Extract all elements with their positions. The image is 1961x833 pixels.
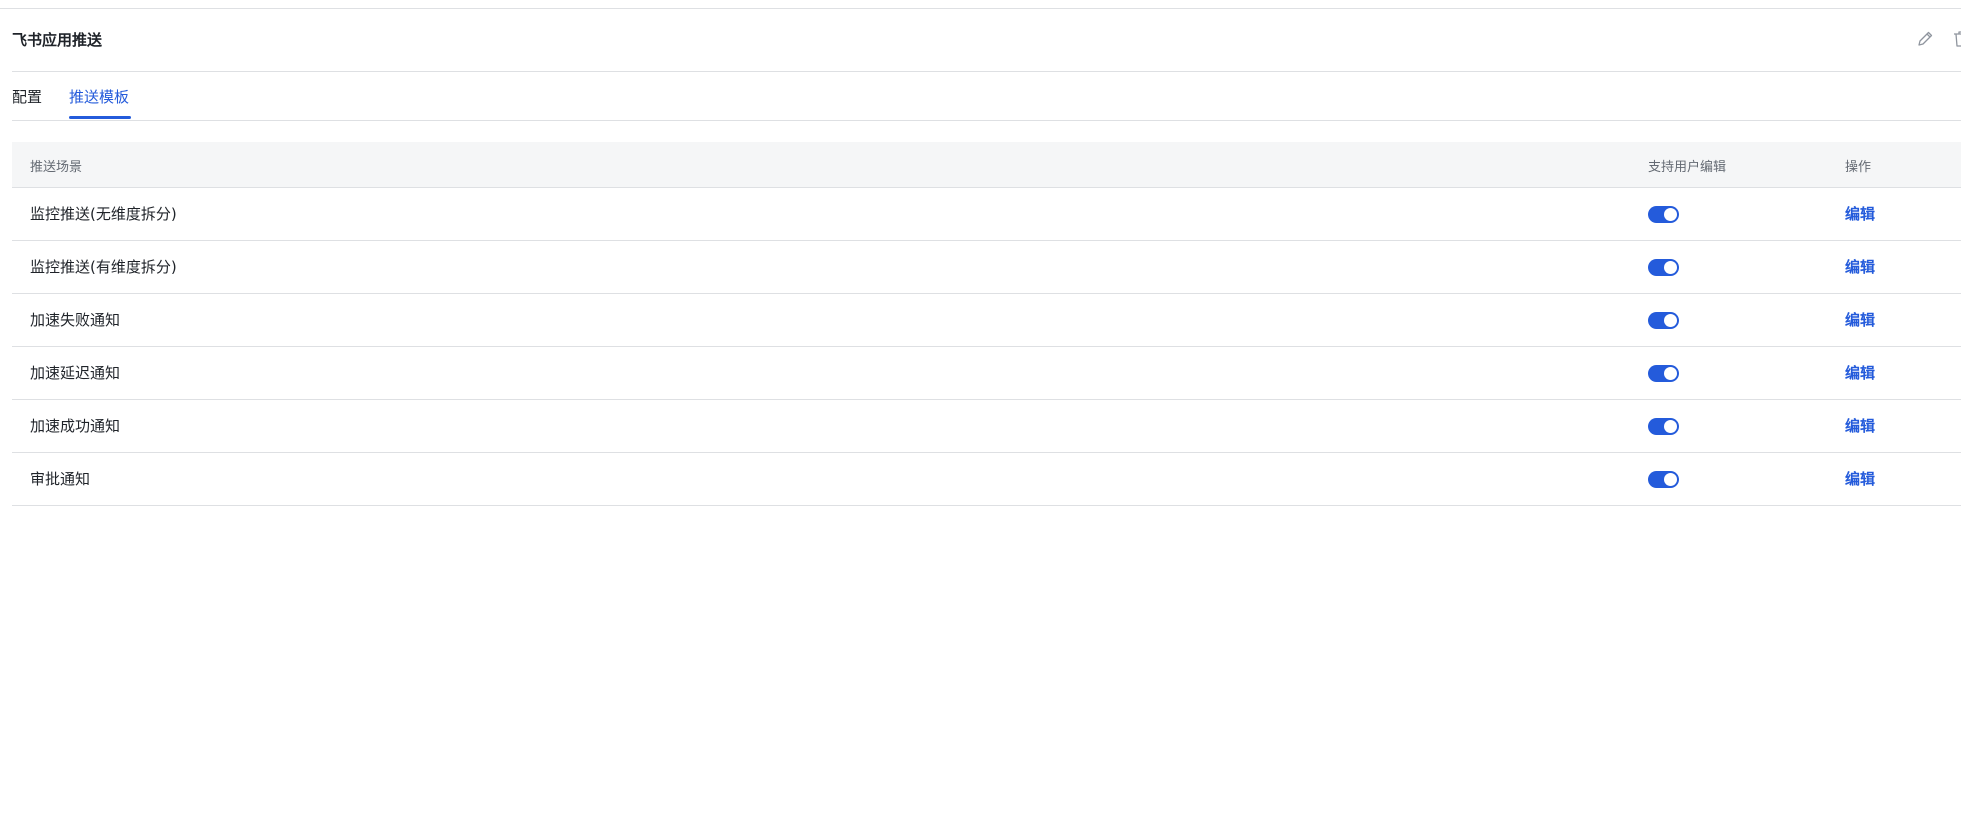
panel-title: 飞书应用推送 [12,31,103,49]
edit-link[interactable]: 编辑 [1845,362,1875,383]
user-editable-toggle[interactable] [1648,418,1679,435]
active-tab-indicator [69,116,131,119]
tab-bar: 配置 推送模板 [12,72,1961,121]
table-row: 监控推送(有维度拆分) 编辑 [12,241,1961,294]
toggle-knob [1664,261,1677,274]
user-editable-toggle[interactable] [1648,312,1679,329]
table-row: 加速延迟通知 编辑 [12,347,1961,400]
table-row: 审批通知 编辑 [12,453,1961,506]
scene-cell: 加速成功通知 [30,417,121,435]
edit-link[interactable]: 编辑 [1845,309,1875,330]
column-header-scene: 推送场景 [30,160,83,175]
scene-cell: 加速延迟通知 [30,364,121,382]
edit-link[interactable]: 编辑 [1845,415,1875,436]
edit-link[interactable]: 编辑 [1845,256,1875,277]
trash-icon[interactable] [1951,29,1961,49]
user-editable-toggle[interactable] [1648,365,1679,382]
table-row: 加速失败通知 编辑 [12,294,1961,347]
toggle-knob [1664,367,1677,380]
table-row: 监控推送(无维度拆分) 编辑 [12,188,1961,241]
tab-push-template[interactable]: 推送模板 [69,86,129,107]
pencil-icon[interactable] [1915,29,1935,49]
scene-cell: 监控推送(有维度拆分) [30,258,177,276]
edit-link[interactable]: 编辑 [1845,203,1875,224]
column-header-user-editable: 支持用户编辑 [1648,160,1727,175]
scene-cell: 审批通知 [30,470,91,488]
toggle-knob [1664,208,1677,221]
toggle-knob [1664,473,1677,486]
tab-config[interactable]: 配置 [12,86,42,107]
table-row: 加速成功通知 编辑 [12,400,1961,453]
panel-header: 飞书应用推送 [12,9,1961,72]
toggle-knob [1664,420,1677,433]
user-editable-toggle[interactable] [1648,259,1679,276]
toggle-knob [1664,314,1677,327]
user-editable-toggle[interactable] [1648,206,1679,223]
scene-cell: 加速失败通知 [30,311,121,329]
user-editable-toggle[interactable] [1648,471,1679,488]
edit-link[interactable]: 编辑 [1845,468,1875,489]
table-header: 推送场景 支持用户编辑 操作 [12,142,1961,188]
template-table: 推送场景 支持用户编辑 操作 监控推送(无维度拆分) 编辑 监控推送(有维度拆分… [12,142,1961,506]
scene-cell: 监控推送(无维度拆分) [30,205,177,223]
column-header-action: 操作 [1845,160,1872,175]
